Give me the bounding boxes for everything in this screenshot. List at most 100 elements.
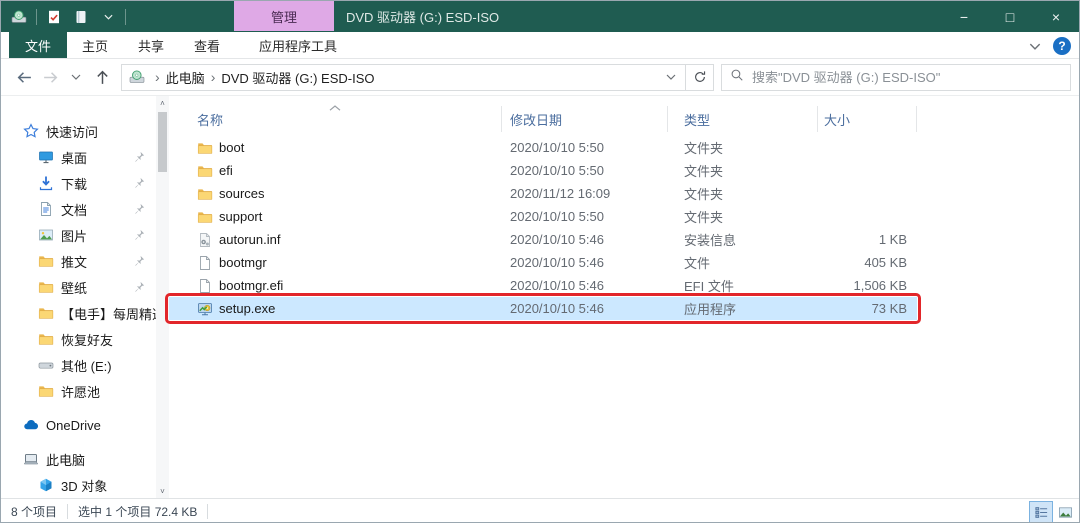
file-row[interactable]: sources2020/11/12 16:09文件夹 [169, 182, 917, 205]
desktop-icon [38, 149, 54, 165]
sidebar-item-label: 桌面 [61, 148, 87, 167]
toolbar-divider [125, 9, 126, 25]
customize-toolbar-dropdown[interactable] [98, 7, 118, 27]
scrollbar-track[interactable] [156, 110, 169, 484]
3d-cube-icon [38, 477, 54, 493]
sidebar-scrollbar[interactable]: ˄ ˅ [156, 96, 169, 498]
properties-button[interactable] [44, 7, 64, 27]
ribbon-tab-file[interactable]: 文件 [9, 32, 67, 58]
ribbon-tab-4[interactable]: 应用程序工具 [248, 32, 348, 58]
sidebar-item[interactable]: 下载 [1, 170, 156, 196]
file-type: 应用程序 [668, 297, 818, 320]
window-dvd-drive-icon [9, 7, 29, 27]
recent-locations-dropdown[interactable] [63, 64, 89, 90]
pin-icon [133, 202, 146, 215]
status-bar: 8 个项目 选中 1 个项目 72.4 KB [1, 498, 1079, 523]
forward-button[interactable] [37, 64, 63, 90]
search-input[interactable] [752, 70, 1062, 85]
file-icon [197, 255, 213, 271]
ribbon-tab-2[interactable]: 共享 [123, 32, 179, 58]
scroll-up-icon[interactable]: ˄ [160, 96, 165, 110]
sidebar-item-label: 3D 对象 [61, 476, 107, 495]
breadcrumb-current-location[interactable]: DVD 驱动器 (G:) ESD-ISO [221, 68, 374, 87]
file-name-cell[interactable]: bootmgr.efi [169, 274, 502, 297]
file-row[interactable]: bootmgr.efi2020/10/10 5:46EFI 文件1,506 KB [169, 274, 917, 297]
file-row[interactable]: support2020/10/10 5:50文件夹 [169, 205, 917, 228]
sidebar-item[interactable]: 许愿池 [1, 378, 156, 404]
sidebar-item[interactable]: 此电脑 [1, 446, 156, 472]
file-name: autorun.inf [219, 232, 280, 247]
quick-access-toolbar [1, 1, 126, 32]
refresh-button[interactable] [686, 64, 714, 91]
column-header-type[interactable]: 类型 [668, 106, 818, 132]
sidebar-item[interactable]: 推文 [1, 248, 156, 274]
file-row[interactable]: setup.exe2020/10/10 5:46应用程序73 KB [169, 297, 917, 320]
file-name-cell[interactable]: efi [169, 159, 502, 182]
folder-icon [38, 305, 54, 321]
folder-icon [38, 253, 54, 269]
breadcrumb-this-pc[interactable]: 此电脑 [166, 68, 205, 87]
file-row[interactable]: efi2020/10/10 5:50文件夹 [169, 159, 917, 182]
maximize-button[interactable]: □ [987, 1, 1033, 32]
manage-contextual-tab[interactable]: 管理 [234, 1, 334, 31]
sidebar-item[interactable]: OneDrive [1, 412, 156, 438]
minimize-button[interactable]: − [941, 1, 987, 32]
column-header-size[interactable]: 大小 [818, 106, 917, 132]
help-button[interactable]: ? [1053, 37, 1071, 55]
sidebar-item[interactable]: 3D 对象 [1, 472, 156, 498]
onedrive-cloud-icon [23, 417, 39, 433]
sidebar-item[interactable]: 文档 [1, 196, 156, 222]
file-size: 1,506 KB [818, 274, 917, 297]
file-type: EFI 文件 [668, 274, 818, 297]
ribbon-tab-1[interactable]: 主页 [67, 32, 123, 58]
sidebar-item[interactable]: 恢复好友 [1, 326, 156, 352]
file-rows: boot2020/10/10 5:50文件夹efi2020/10/10 5:50… [169, 136, 1079, 320]
file-date: 2020/10/10 5:46 [502, 297, 668, 320]
file-row[interactable]: autorun.inf2020/10/10 5:46安装信息1 KB [169, 228, 917, 251]
sidebar-item[interactable]: 壁纸 [1, 274, 156, 300]
sidebar-item[interactable]: 其他 (E:) [1, 352, 156, 378]
file-name-cell[interactable]: autorun.inf [169, 228, 502, 251]
file-name-cell[interactable]: sources [169, 182, 502, 205]
thumbnails-view-button[interactable] [1053, 501, 1077, 523]
file-name-cell[interactable]: setup.exe [169, 297, 502, 320]
folder-icon [38, 331, 54, 347]
up-button[interactable] [89, 64, 115, 90]
file-name-cell[interactable]: bootmgr [169, 251, 502, 274]
file-date: 2020/10/10 5:46 [502, 251, 668, 274]
file-name-cell[interactable]: boot [169, 136, 502, 159]
file-row[interactable]: bootmgr 2020/10/10 5:46文件405 KB [169, 251, 917, 274]
file-type: 文件 [668, 251, 818, 274]
column-headers: 名称修改日期类型大小 [169, 106, 1079, 132]
back-button[interactable] [11, 64, 37, 90]
search-box[interactable] [721, 64, 1071, 91]
ribbon-tab-3[interactable]: 查看 [179, 32, 235, 58]
address-dropdown-chevron-icon[interactable] [657, 74, 685, 80]
close-button[interactable]: × [1033, 1, 1079, 32]
toolbar-divider [36, 9, 37, 25]
folder-icon [38, 279, 54, 295]
scrollbar-thumb[interactable] [158, 112, 167, 172]
file-row[interactable]: boot2020/10/10 5:50文件夹 [169, 136, 917, 159]
scroll-down-icon[interactable]: ˅ [160, 484, 165, 498]
sidebar-item[interactable]: 快速访问 [1, 118, 156, 144]
sidebar-item-label: 推文 [61, 252, 87, 271]
file-name: sources [219, 186, 265, 201]
sidebar-item[interactable]: 图片 [1, 222, 156, 248]
sidebar-item-label: 此电脑 [46, 450, 85, 469]
file-name: bootmgr.efi [219, 278, 283, 293]
address-breadcrumb-box[interactable]: › 此电脑 › DVD 驱动器 (G:) ESD-ISO [121, 64, 686, 91]
sidebar-item-label: 下载 [61, 174, 87, 193]
file-name-cell[interactable]: support [169, 205, 502, 228]
new-folder-button[interactable] [71, 7, 91, 27]
file-name: boot [219, 140, 244, 155]
expand-ribbon-chevron-icon[interactable] [1029, 37, 1041, 55]
sidebar-item[interactable]: 【电手】每周精选 [1, 300, 156, 326]
sidebar-item[interactable]: 桌面 [1, 144, 156, 170]
sidebar-item-label: 其他 (E:) [61, 356, 112, 375]
file-size: 405 KB [818, 251, 917, 274]
file-name: bootmgr [219, 255, 267, 270]
details-view-button[interactable] [1029, 501, 1053, 523]
column-header-date[interactable]: 修改日期 [502, 106, 668, 132]
sidebar-item-label: 图片 [61, 226, 87, 245]
